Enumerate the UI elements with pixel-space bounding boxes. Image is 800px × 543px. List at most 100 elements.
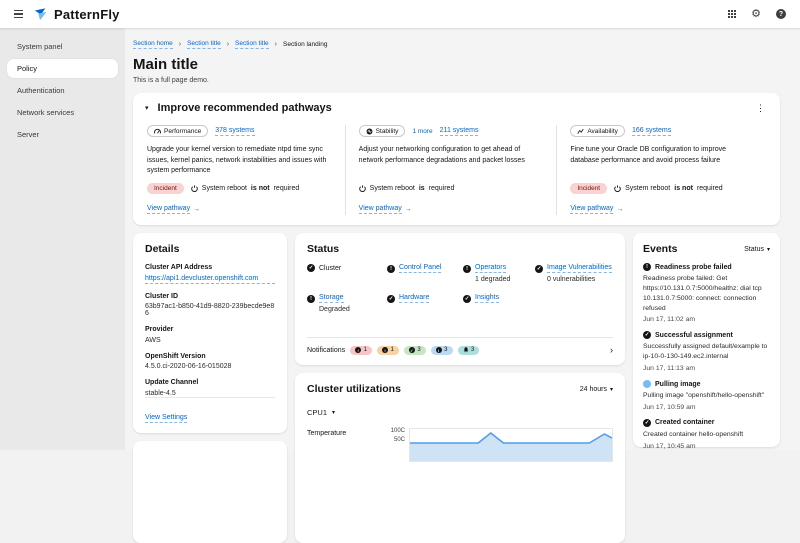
notification-badge-default[interactable]: 3 [458,346,480,355]
status-link[interactable]: Insights [475,294,499,303]
pathway-description: Upgrade your kernel version to remediate… [147,145,332,179]
systems-link[interactable]: 211 systems [440,127,479,136]
exclamation-circle-icon: ! [382,347,388,353]
caret-down-icon: ▾ [332,409,335,416]
in-progress-icon [643,380,651,388]
exclamation-circle-icon: ! [307,295,315,303]
breadcrumb: Section home › Section title › Section t… [133,40,780,49]
check-circle-icon: ✓ [387,295,395,303]
status-item-hardware: ✓ Hardware [387,294,463,313]
patternfly-logo-icon [33,7,48,21]
status-link[interactable]: Hardware [399,294,429,303]
pathway-performance: Performance 378 systems Upgrade your ker… [145,125,345,215]
sidebar-item-system-panel[interactable]: System panel [7,37,118,56]
pathway-description: Fine tune your Oracle DB configuration t… [570,145,755,179]
chevron-down-icon[interactable]: ▾ [145,104,149,112]
status-link[interactable]: Operators [475,264,506,273]
view-settings-link[interactable]: View Settings [145,414,187,423]
reboot-text: required [274,185,300,192]
notification-badge-success[interactable]: ✓ 3 [404,346,426,355]
brand[interactable]: PatternFly [33,7,120,22]
incident-badge: Incident [570,183,607,194]
metric-label: Temperature [307,428,383,462]
page-subtitle: This is a full page demo. [133,77,780,84]
availability-pill[interactable]: Availability [570,125,625,137]
status-item-cluster: ✓ Cluster [307,264,387,283]
view-pathway-link[interactable]: View pathway → [570,205,623,214]
event-title: Readiness probe failed [655,264,732,271]
status-link[interactable]: Storage [319,294,344,303]
cluster-api-link[interactable]: https://api1.devcluster.openshift.com [145,275,275,284]
events-title: Events [643,243,677,255]
event-item: ✓ Successful assignment Successfully ass… [643,331,770,372]
recommended-pathways-card: ▾ Improve recommended pathways ⋮ Perform… [133,93,780,225]
tachometer-icon [154,128,161,135]
sidebar-item-policy[interactable]: Policy [7,59,118,78]
arrow-right-icon: → [616,206,623,213]
notification-badge-danger[interactable]: ! 1 [350,346,372,355]
view-pathway-label: View pathway [359,205,402,214]
help-icon[interactable]: ? [776,9,786,19]
stability-pill[interactable]: Stability [359,125,406,137]
reboot-icon [191,185,198,192]
apps-grid-icon[interactable] [728,10,736,18]
status-sub: Degraded [319,306,387,313]
status-sub: 1 degraded [475,276,535,283]
temperature-sparkline-chart [409,428,613,462]
masthead: PatternFly ⚙ ? [0,0,800,28]
systems-link[interactable]: 378 systems [215,127,254,136]
brand-name: PatternFly [54,7,120,22]
cluster-utilizations-card: Cluster utilizations 24 hours ▾ CPU1 ▾ T… [295,373,625,543]
sidebar-item-authentication[interactable]: Authentication [7,81,118,100]
more-link[interactable]: 1 more [412,128,432,135]
sidebar-item-server[interactable]: Server [7,125,118,144]
sidebar-item-network-services[interactable]: Network services [7,103,118,122]
caret-down-icon: ▾ [767,246,770,253]
menu-icon[interactable] [14,10,23,18]
view-pathway-link[interactable]: View pathway → [359,205,412,214]
card-stub [133,441,287,543]
event-title: Successful assignment [655,332,733,339]
reboot-icon [359,185,366,192]
performance-pill[interactable]: Performance [147,125,208,137]
exclamation-circle-icon: ! [355,347,361,353]
view-pathway-link[interactable]: View pathway → [147,205,200,214]
details-title: Details [145,243,275,255]
check-circle-icon: ✓ [307,264,315,272]
reboot-text: System reboot [370,185,415,192]
notification-badge-info[interactable]: i 3 [431,346,453,355]
reboot-status: System reboot is required [359,185,455,192]
check-circle-icon: ✓ [643,331,651,339]
events-filter-select[interactable]: Status ▾ [744,246,770,253]
cpu-label: CPU1 [307,408,327,417]
chevron-right-icon: › [179,41,181,48]
badge-count: 3 [471,347,474,353]
cpu-expand[interactable]: CPU1 ▾ [307,408,613,417]
systems-link[interactable]: 166 systems [632,127,671,136]
gear-icon[interactable]: ⚙ [751,9,761,20]
badge-count: 3 [444,347,447,353]
status-item-control-panel: ! Control Panel [387,264,463,283]
status-link[interactable]: Control Panel [399,264,441,273]
reboot-status: System reboot is not required [191,185,300,192]
status-item-operators: ! Operators 1 degraded [463,264,535,283]
event-body: Readiness probe failed: Get https://10.1… [643,274,770,313]
field-value: 4.5.0.ci-2020-06-16-015028 [145,363,275,370]
badge-count: 3 [417,347,420,353]
time-range-select[interactable]: 24 hours ▾ [580,386,613,393]
breadcrumb-link[interactable]: Section title [235,40,269,49]
status-link[interactable]: Image Vulnerabilities [547,264,612,273]
breadcrumb-link[interactable]: Section home [133,40,173,49]
chevron-right-icon[interactable]: › [610,345,613,355]
exclamation-circle-icon: ! [643,263,651,271]
badge-count: 1 [364,347,367,353]
sidebar: System panel Policy Authentication Netwo… [0,28,125,450]
field-value: AWS [145,337,275,344]
pathway-description: Adjust your networking configuration to … [359,145,544,179]
page-title: Main title [133,56,780,73]
breadcrumb-link[interactable]: Section title [187,40,221,49]
kebab-menu-icon[interactable]: ⋮ [753,103,768,114]
time-range-value: 24 hours [580,386,607,393]
notification-badge-warning[interactable]: ! 1 [377,346,399,355]
reboot-text-bold: is not [251,185,270,192]
